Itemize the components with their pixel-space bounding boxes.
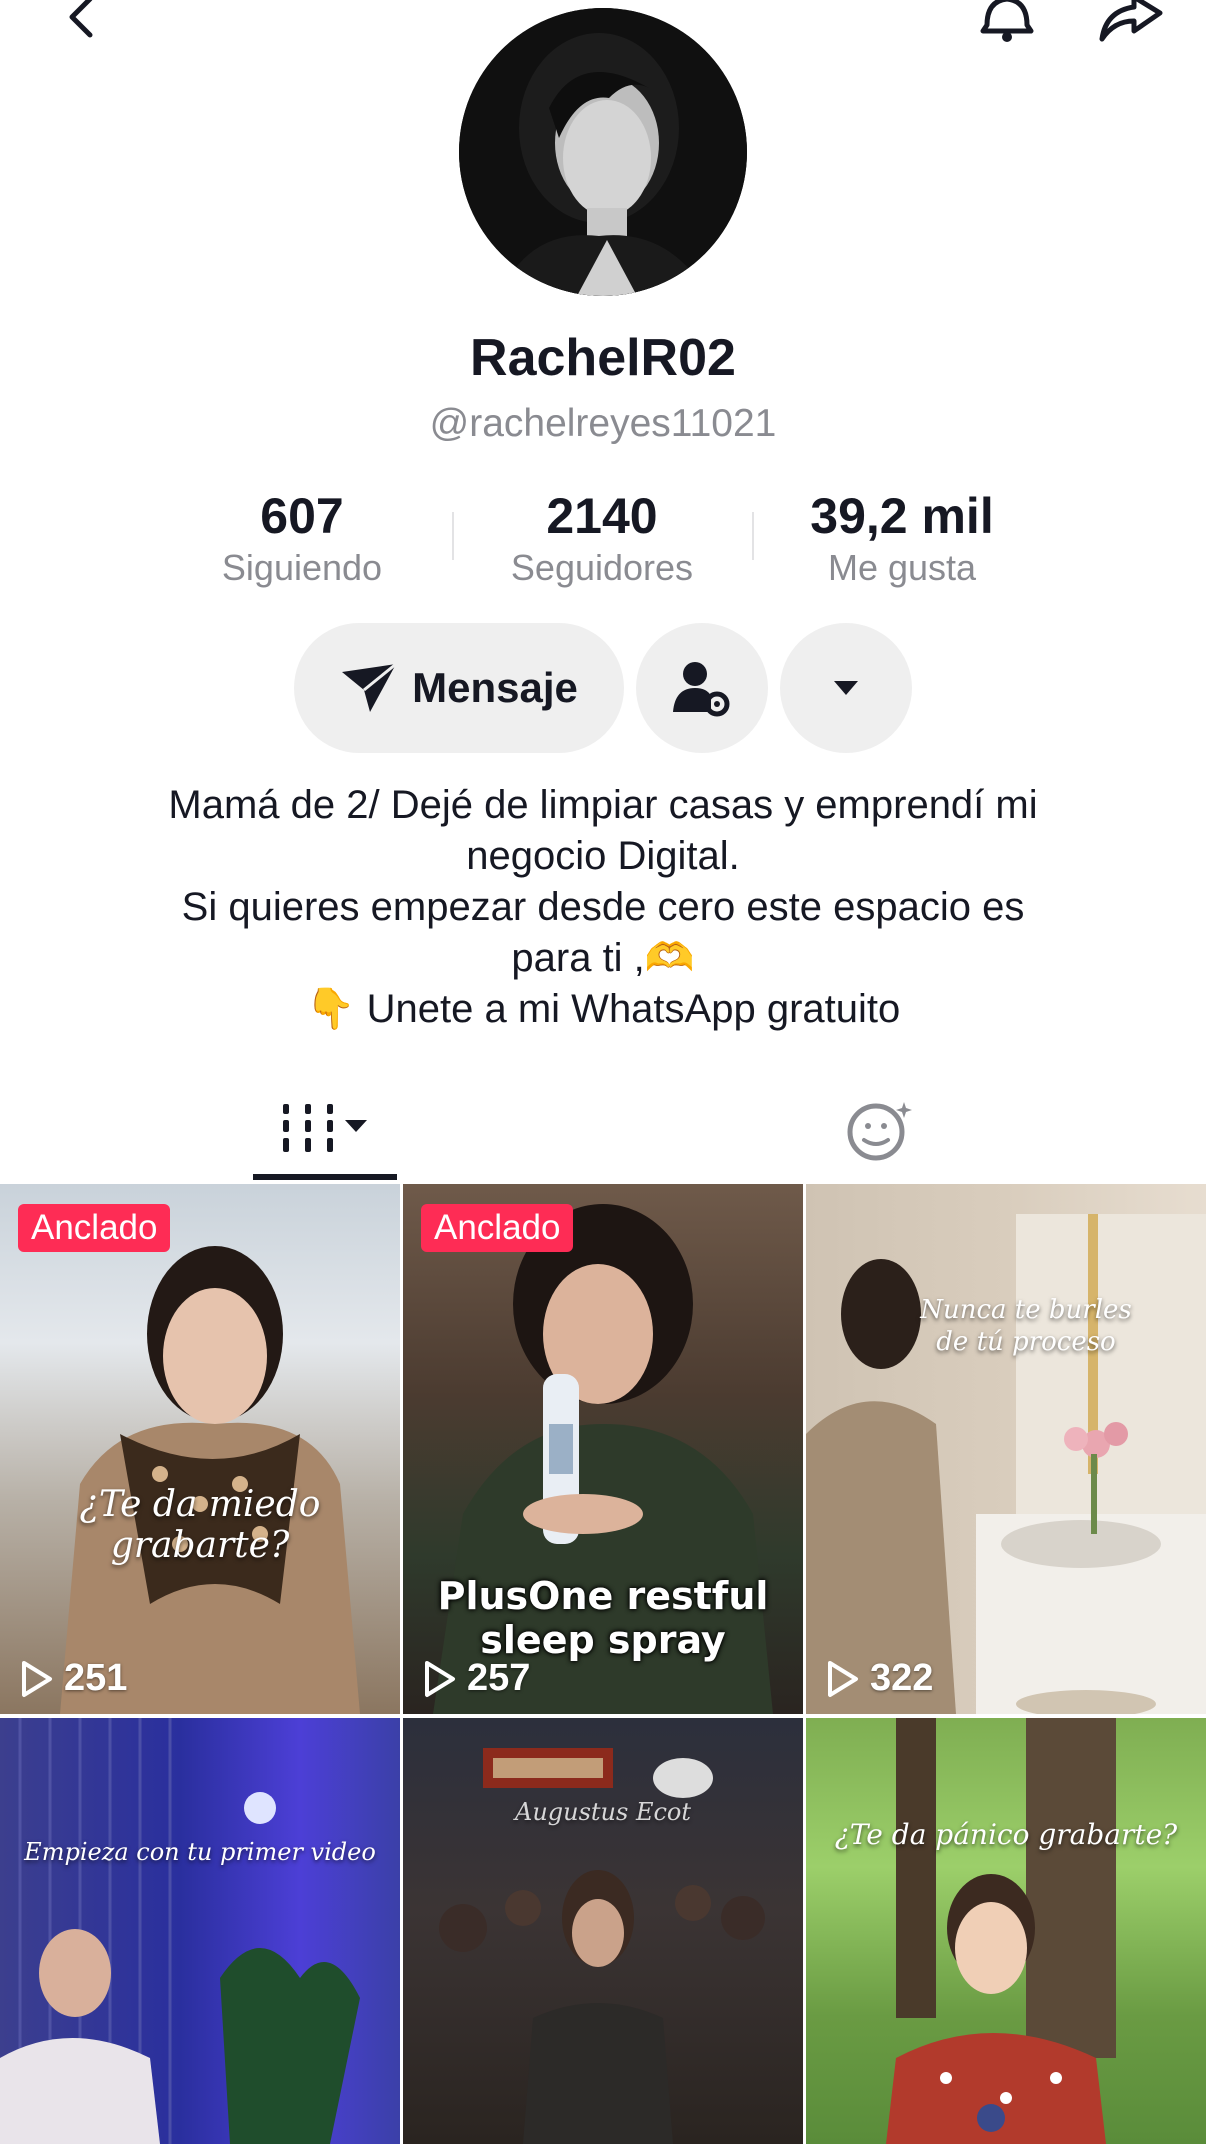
- video-person-figure: [0, 1718, 360, 2144]
- video-caption: Augustus Ecot: [514, 1798, 692, 1826]
- video-person-figure: [886, 1718, 1116, 2144]
- send-icon: [342, 662, 398, 712]
- view-count: 322: [826, 1657, 933, 1700]
- bio-link-line[interactable]: 👇 Unete a mi WhatsApp gratuito: [100, 984, 1106, 1035]
- video-person-figure: [60, 1246, 360, 1714]
- stat-following[interactable]: 607 Siguiendo: [152, 486, 452, 590]
- message-button[interactable]: Mensaje: [294, 623, 624, 753]
- video-caption-line: Nunca te burles: [920, 1295, 1132, 1325]
- ai-face-icon: [847, 1102, 912, 1161]
- video-caption-line: sleep spray: [480, 1618, 726, 1662]
- more-dropdown-button[interactable]: [780, 623, 912, 753]
- view-count: 251: [20, 1657, 127, 1700]
- video-tile[interactable]: Anclado ¿Te da miedo grabarte? 251: [0, 1184, 400, 1714]
- tab-videos[interactable]: [253, 1080, 397, 1180]
- notification-bell-button[interactable]: [972, 0, 1042, 58]
- video-caption: ¿Te da pánico grabarte?: [834, 1818, 1178, 1851]
- back-button[interactable]: [52, 0, 112, 50]
- play-icon: [22, 1660, 52, 1697]
- bell-icon: [980, 0, 1034, 42]
- grid-icon: [283, 1104, 367, 1152]
- message-button-label: Mensaje: [412, 664, 578, 711]
- profile-handle: @rachelreyes11021: [429, 402, 777, 445]
- tab-active-indicator: [253, 1174, 397, 1180]
- bio-line: Mamá de 2/ Dejé de limpiar casas y empre…: [168, 783, 1038, 827]
- share-button[interactable]: [1090, 0, 1170, 58]
- pinned-badge: Anclado: [18, 1204, 171, 1252]
- play-icon: [828, 1660, 858, 1697]
- share-icon: [1099, 0, 1163, 42]
- video-caption: Nunca te burles de tú proceso: [916, 1294, 1136, 1358]
- avatar[interactable]: [459, 8, 747, 296]
- view-count-value: 257: [467, 1657, 531, 1699]
- stat-followers[interactable]: 2140 Seguidores: [452, 486, 752, 590]
- following-label: Siguiendo: [221, 547, 383, 588]
- video-caption-line: de tú proceso: [936, 1327, 1116, 1357]
- view-count-value: 251: [64, 1657, 128, 1699]
- pinned-badge: Anclado: [421, 1204, 574, 1252]
- followers-label: Seguidores: [510, 547, 694, 588]
- video-caption: Empieza con tu primer video: [24, 1838, 376, 1866]
- video-tile[interactable]: Empieza con tu primer video: [0, 1718, 400, 2144]
- friend-settings-button[interactable]: [636, 623, 768, 753]
- video-tile[interactable]: Augustus Ecot: [403, 1718, 803, 2144]
- video-tile[interactable]: Anclado PlusOne restful sleep spray 257: [403, 1184, 803, 1714]
- profile-bio: Mamá de 2/ Dejé de limpiar casas y empre…: [100, 780, 1106, 1035]
- video-caption-line: PlusOne restful: [437, 1574, 769, 1618]
- stat-likes[interactable]: 39,2 mil Me gusta: [752, 486, 1052, 590]
- profile-username: RachelR02: [470, 329, 736, 387]
- video-tile[interactable]: Nunca te burles de tú proceso 322: [806, 1184, 1206, 1714]
- video-caption: PlusOne restful sleep spray: [403, 1574, 803, 1662]
- back-icon: [69, 0, 93, 38]
- video-caption: ¿Te da miedo grabarte?: [79, 1484, 321, 1566]
- video-person-figure: [439, 1748, 765, 2144]
- following-count: 607: [260, 488, 344, 544]
- video-person-figure: [806, 1214, 1206, 1714]
- view-count-value: 322: [870, 1657, 934, 1699]
- likes-count: 39,2 mil: [810, 488, 994, 544]
- view-count: 257: [423, 1657, 530, 1700]
- bio-line: negocio Digital.: [466, 834, 740, 878]
- play-icon: [425, 1660, 455, 1697]
- video-tile[interactable]: ¿Te da pánico grabarte?: [806, 1718, 1206, 2144]
- user-settings-icon: [673, 662, 730, 717]
- avatar-portrait: [459, 8, 747, 296]
- bio-line: Si quieres empezar desde cero este espac…: [181, 885, 1025, 929]
- profile-stats: 607 Siguiendo 2140 Seguidores 39,2 mil M…: [0, 486, 1206, 596]
- likes-label: Me gusta: [827, 547, 977, 588]
- tab-ai-self[interactable]: [830, 1080, 930, 1180]
- bio-line: para ti ,🫶: [511, 936, 695, 980]
- followers-count: 2140: [546, 488, 658, 544]
- dropdown-icon: [834, 681, 858, 695]
- content-tabs: [0, 1080, 1206, 1180]
